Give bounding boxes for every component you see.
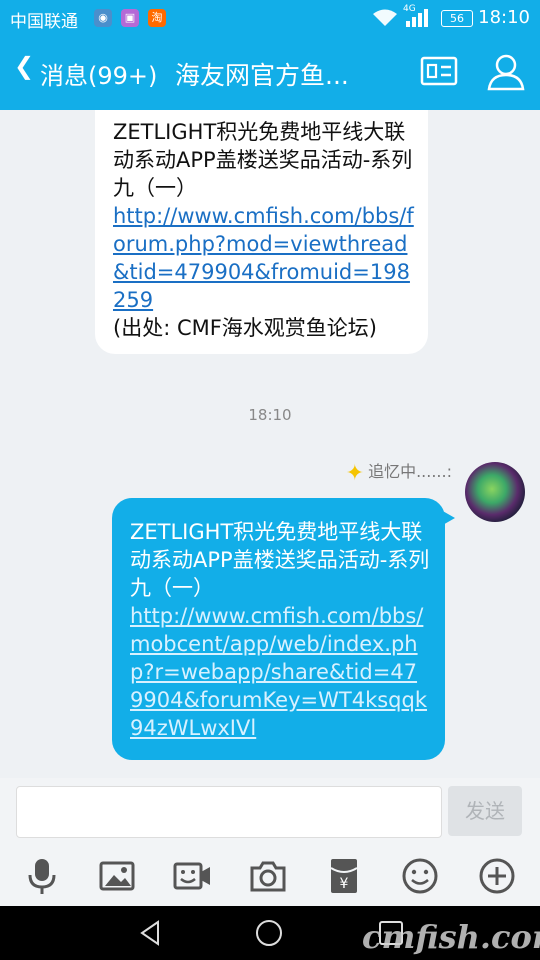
- chat-title: 海友网官方鱼...: [175, 61, 349, 90]
- home-circle-icon[interactable]: [254, 918, 284, 948]
- send-button[interactable]: 发送: [448, 786, 522, 836]
- sparkle-icon: ✦: [345, 461, 365, 486]
- contacts-icon[interactable]: [485, 53, 527, 91]
- outgoing-message-bubble[interactable]: ZETLIGHT积光免费地平线大联动系动APP盖楼送奖品活动-系列九（一） ht…: [112, 498, 455, 760]
- incoming-message-body: ZETLIGHT积光免费地平线大联动系动APP盖楼送奖品活动-系列九（一）: [113, 120, 413, 200]
- incoming-message-source: (出处: CMF海水观赏鱼论坛): [113, 316, 377, 340]
- wifi-icon: [373, 9, 397, 26]
- microphone-icon[interactable]: [22, 856, 62, 896]
- message-input[interactable]: [16, 786, 442, 838]
- battery-indicator: 56: [441, 10, 473, 27]
- carrier-label: 中国联通: [10, 12, 78, 32]
- incoming-message-bubble[interactable]: ZETLIGHT积光免费地平线大联动系动APP盖楼送奖品活动-系列九（一） ht…: [95, 110, 428, 354]
- taobao-icon: 淘: [148, 9, 166, 27]
- gallery-icon: ▣: [121, 9, 139, 27]
- svg-text:¥: ¥: [340, 876, 349, 892]
- toolbar: ¥: [0, 848, 540, 902]
- chat-header: ❮ 消息(99+) 海友网官方鱼...: [0, 36, 540, 110]
- back-icon[interactable]: ❮: [14, 52, 34, 80]
- profile-card-icon[interactable]: [420, 56, 458, 86]
- outgoing-message-text: ZETLIGHT积光免费地平线大联动系动APP盖楼送奖品活动-系列九（一） ht…: [130, 518, 430, 742]
- camera-icon[interactable]: [248, 856, 288, 896]
- video-call-icon[interactable]: [172, 856, 212, 896]
- outgoing-message-link[interactable]: http://www.cmfish.com/bbs/mobcent/app/we…: [130, 602, 430, 742]
- sender-name: 追忆中......:: [368, 462, 452, 481]
- avatar[interactable]: [465, 462, 525, 522]
- image-icon[interactable]: [97, 856, 137, 896]
- back-triangle-icon[interactable]: [136, 918, 166, 948]
- emoji-icon[interactable]: [400, 856, 440, 896]
- incoming-message-text: ZETLIGHT积光免费地平线大联动系动APP盖楼送奖品活动-系列九（一） ht…: [113, 118, 418, 342]
- plus-icon[interactable]: [477, 856, 517, 896]
- back-button[interactable]: 消息(99+): [40, 56, 157, 91]
- incoming-message-link[interactable]: http://www.cmfish.com/bbs/forum.php?mod=…: [113, 202, 418, 314]
- status-bar: 中国联通 ◉ ▣ 淘 4G 56 18:10: [0, 0, 540, 36]
- outgoing-message-body: ZETLIGHT积光免费地平线大联动系动APP盖楼送奖品活动-系列九（一）: [130, 520, 430, 600]
- watermark-logo: cmfish.com: [362, 918, 540, 956]
- input-bar: 发送 ¥: [0, 778, 540, 906]
- red-packet-icon[interactable]: ¥: [324, 856, 364, 896]
- sender-label: ✦ 追忆中......:: [346, 458, 452, 486]
- globe-icon: ◉: [94, 9, 112, 27]
- message-timestamp: 18:10: [248, 406, 292, 424]
- chat-area[interactable]: ZETLIGHT积光免费地平线大联动系动APP盖楼送奖品活动-系列九（一） ht…: [0, 110, 540, 778]
- bubble-tail: [441, 510, 455, 526]
- clock: 18:10: [478, 7, 530, 28]
- signal-icon: [406, 9, 428, 27]
